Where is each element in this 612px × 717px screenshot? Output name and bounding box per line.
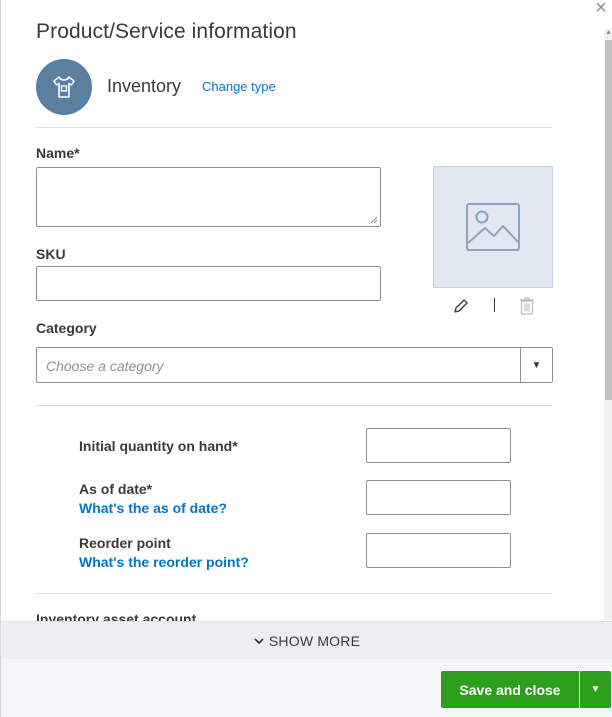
initial-quantity-label: Initial quantity on hand*	[79, 438, 238, 454]
close-icon[interactable]: ×	[592, 0, 610, 18]
change-type-link[interactable]: Change type	[202, 79, 276, 94]
category-placeholder: Choose a category	[46, 358, 164, 374]
initial-quantity-input[interactable]	[366, 428, 511, 463]
scroll-up-arrow-icon[interactable]: ▲	[604, 28, 612, 38]
tshirt-icon	[53, 76, 75, 98]
inventory-asset-account-label: Inventory asset account	[36, 612, 197, 621]
trash-icon[interactable]	[518, 297, 536, 315]
as-of-date-input[interactable]	[366, 480, 511, 515]
resize-grip-icon[interactable]	[370, 216, 378, 224]
panel-title: Product/Service information	[36, 20, 297, 43]
save-options-caret-down-icon[interactable]: ▼	[580, 671, 611, 708]
caret-down-icon[interactable]: ▼	[520, 348, 552, 382]
type-badge	[36, 59, 92, 115]
scrollbar[interactable]: ▲	[604, 28, 612, 620]
product-service-panel: × ▲ Product/Service information Inventor…	[0, 0, 612, 717]
pencil-icon[interactable]	[453, 298, 469, 314]
as-of-date-help-link[interactable]: What's the as of date?	[79, 500, 227, 516]
save-and-close-button[interactable]: Save and close	[441, 671, 579, 708]
image-placeholder-icon	[466, 203, 520, 251]
name-textarea[interactable]	[36, 167, 381, 227]
divider	[36, 593, 552, 594]
category-select[interactable]: Choose a category ▼	[36, 347, 553, 383]
category-label: Category	[36, 320, 97, 336]
reorder-point-help-link[interactable]: What's the reorder point?	[79, 554, 249, 570]
name-label: Name*	[36, 145, 80, 161]
reorder-point-input[interactable]	[366, 533, 511, 568]
divider	[36, 127, 552, 128]
show-more-label: SHOW MORE	[268, 632, 361, 649]
item-type-label: Inventory	[107, 76, 182, 96]
icon-separator	[494, 298, 495, 312]
show-more-button[interactable]: SHOW MORE	[1, 621, 612, 659]
scrollbar-thumb[interactable]	[605, 40, 612, 400]
sku-input[interactable]	[36, 266, 381, 301]
sku-label: SKU	[36, 246, 66, 262]
product-image-upload[interactable]	[433, 166, 553, 288]
as-of-date-label: As of date*	[79, 481, 153, 497]
reorder-point-label: Reorder point	[79, 535, 171, 551]
chevron-down-icon	[254, 637, 264, 644]
divider	[36, 405, 552, 406]
